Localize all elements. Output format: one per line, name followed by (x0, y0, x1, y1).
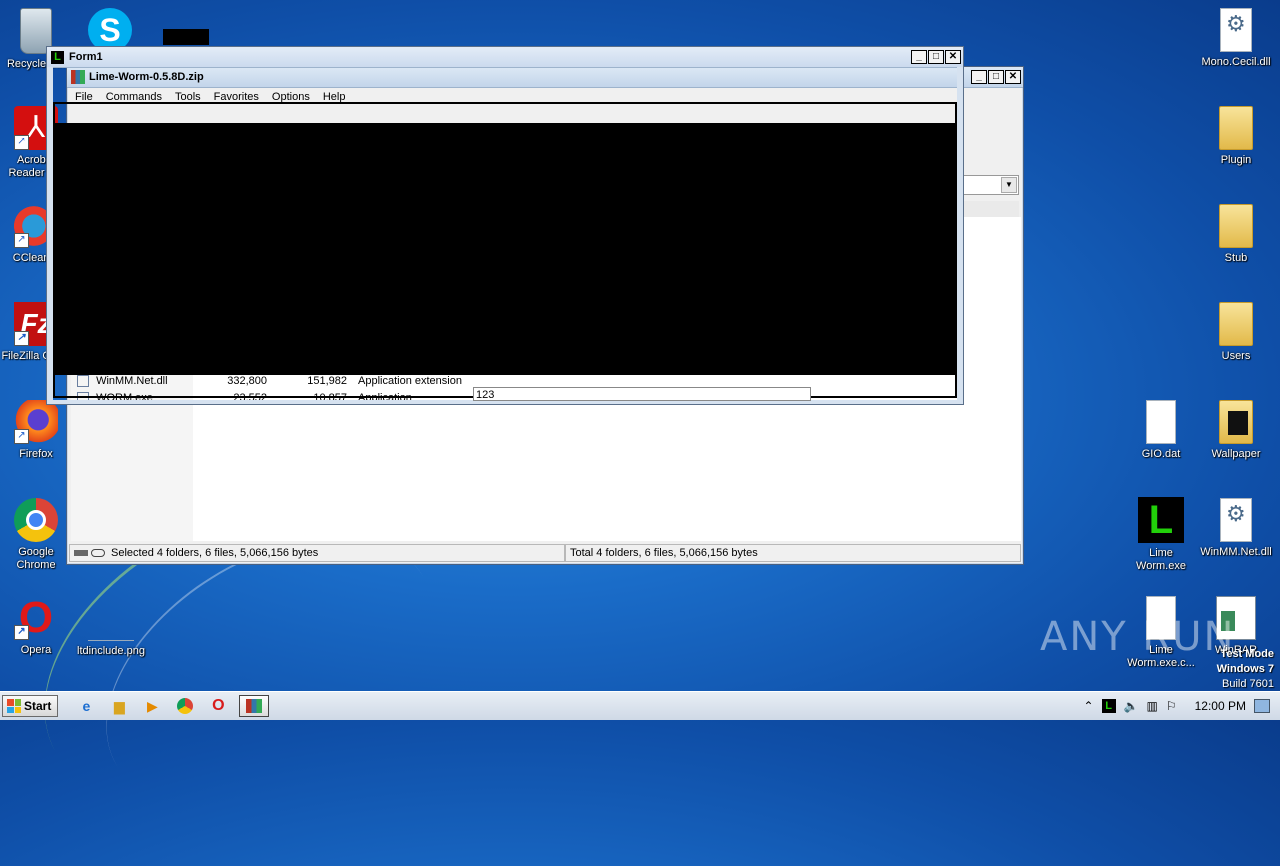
desktop-icon-mono-cecil[interactable]: Mono.Cecil.dll (1198, 8, 1274, 69)
key-icon (91, 549, 105, 557)
desktop-icon-chrome[interactable]: Google Chrome (0, 498, 74, 572)
start-button[interactable]: Start (2, 695, 58, 717)
desktop-icon-label: Plugin (1221, 154, 1252, 166)
maximize-button[interactable]: □ (988, 70, 1004, 84)
firefox-icon: ↗ (14, 400, 58, 444)
flag-icon[interactable]: ⚐ (1166, 699, 1177, 713)
close-button[interactable]: ✕ (1005, 70, 1021, 84)
chrome-icon (14, 498, 58, 542)
taskbar: Start e ▆ ▶ O ⌃ L 🔈 ▥ ⚐ 12:00 PM (0, 691, 1280, 720)
minimize-button[interactable]: _ (911, 50, 927, 64)
status-left: Selected 4 folders, 6 files, 5,066,156 b… (69, 544, 565, 562)
image-file-icon (88, 612, 134, 641)
opera-taskbar-icon[interactable]: O (206, 695, 230, 717)
close-button[interactable]: ✕ (945, 50, 961, 64)
window-border (957, 67, 963, 403)
desktop-icon-opera[interactable]: O↗ Opera (0, 596, 74, 657)
window-title: Form1 (69, 51, 910, 63)
dll-gear-icon (1220, 8, 1252, 52)
folder-icon (1219, 204, 1253, 248)
chevron-up-icon[interactable]: ⌃ (1084, 699, 1094, 713)
system-tray: ⌃ L 🔈 ▥ ⚐ 12:00 PM (1084, 692, 1280, 720)
desktop-icon-lime-worm[interactable]: L Lime Worm.exe (1123, 497, 1199, 573)
windows-logo-icon (7, 699, 21, 713)
desktop-icon-label: WinMM.Net.dll (1200, 546, 1272, 558)
desktop-icon-label: Firefox (19, 448, 53, 460)
test-mode-line: Test Mode (1217, 647, 1274, 662)
desktop-icon-label: GIO.dat (1142, 448, 1181, 460)
status-right-text: Total 4 folders, 6 files, 5,066,156 byte… (570, 547, 758, 559)
maximize-button[interactable]: □ (928, 50, 944, 64)
opera-icon: O↗ (14, 596, 58, 640)
media-player-icon[interactable]: ▶ (140, 695, 164, 717)
desktop-icon-users[interactable]: Users (1198, 302, 1274, 363)
desktop-icon-ltdinclude[interactable]: ltdinclude.png (73, 596, 149, 658)
shortcut-arrow-icon: ↗ (14, 625, 29, 640)
folder-icon (1219, 106, 1253, 150)
test-mode-text: Test Mode Windows 7 Build 7601 (1217, 647, 1274, 692)
lime-icon: L (1138, 497, 1184, 543)
form1-titlebar[interactable]: L Form1 _ □ ✕ (47, 47, 963, 68)
form-canvas (53, 123, 957, 375)
desktop-icon-label: Mono.Cecil.dll (1201, 56, 1270, 68)
desktop-icon-gio-dat[interactable]: GIO.dat (1123, 400, 1199, 461)
desktop-icon-label: Lime Worm.exe (1136, 547, 1186, 572)
desktop-icon-dark-thumbnail[interactable] (163, 29, 209, 45)
desktop-icon-label: Users (1222, 350, 1251, 362)
show-desktop-icon[interactable] (1254, 699, 1270, 713)
desktop-icon-plugin[interactable]: Plugin (1198, 106, 1274, 167)
explorer-folder-icon[interactable]: ▆ (107, 695, 131, 717)
file-icon (1146, 400, 1176, 444)
folder-icon (1219, 302, 1253, 346)
shortcut-arrow-icon: ↗ (14, 135, 29, 150)
chrome-taskbar-icon[interactable] (173, 695, 197, 717)
desktop-icon-label: ltdinclude.png (77, 645, 145, 657)
desktop-icon-label: Stub (1225, 252, 1248, 264)
chevron-down-icon: ▼ (1001, 177, 1017, 193)
desktop-icon-label: Opera (21, 644, 52, 656)
minimize-button[interactable]: _ (971, 70, 987, 84)
shortcut-arrow-icon: ↗ (14, 429, 29, 444)
desktop-icon-wallpaper[interactable]: Wallpaper (1198, 400, 1274, 461)
status-right: Total 4 folders, 6 files, 5,066,156 byte… (565, 544, 1021, 562)
status-left-text: Selected 4 folders, 6 files, 5,066,156 b… (111, 547, 318, 559)
column-header (961, 201, 1019, 218)
test-mode-line: Windows 7 (1217, 662, 1274, 677)
text-input[interactable]: 123 (473, 387, 811, 401)
desktop-icon-label: Wallpaper (1211, 448, 1260, 460)
watermark: ANY RUN (1040, 614, 1235, 660)
dll-gear-icon (1220, 498, 1252, 542)
desktop-icon-firefox[interactable]: ↗ Firefox (0, 400, 74, 461)
path-dropdown[interactable]: ▼ (961, 175, 1019, 195)
clock[interactable]: 12:00 PM (1195, 699, 1246, 713)
lime-app-icon: L (51, 51, 64, 64)
network-icon[interactable]: ▥ (1147, 699, 1158, 713)
start-label: Start (24, 699, 51, 713)
test-mode-line: Build 7601 (1217, 677, 1274, 692)
shortcut-arrow-icon: ↗ (14, 233, 29, 248)
desktop-icon-label: Google Chrome (16, 546, 55, 571)
form1-window[interactable]: L Form1 _ □ ✕ 123 (46, 46, 964, 405)
drive-icon (74, 550, 88, 556)
lime-tray-icon[interactable]: L (1102, 699, 1116, 713)
shortcut-arrow-icon: ↗ (14, 331, 29, 346)
status-bar: Selected 4 folders, 6 files, 5,066,156 b… (69, 544, 1021, 562)
folder-icon (1219, 400, 1253, 444)
winrar-taskbar-icon[interactable] (239, 695, 269, 717)
ie-icon[interactable]: e (74, 695, 98, 717)
volume-icon[interactable]: 🔈 (1124, 699, 1139, 713)
desktop-icon-winmm[interactable]: WinMM.Net.dll (1198, 498, 1274, 559)
desktop-icon-stub[interactable]: Stub (1198, 204, 1274, 265)
